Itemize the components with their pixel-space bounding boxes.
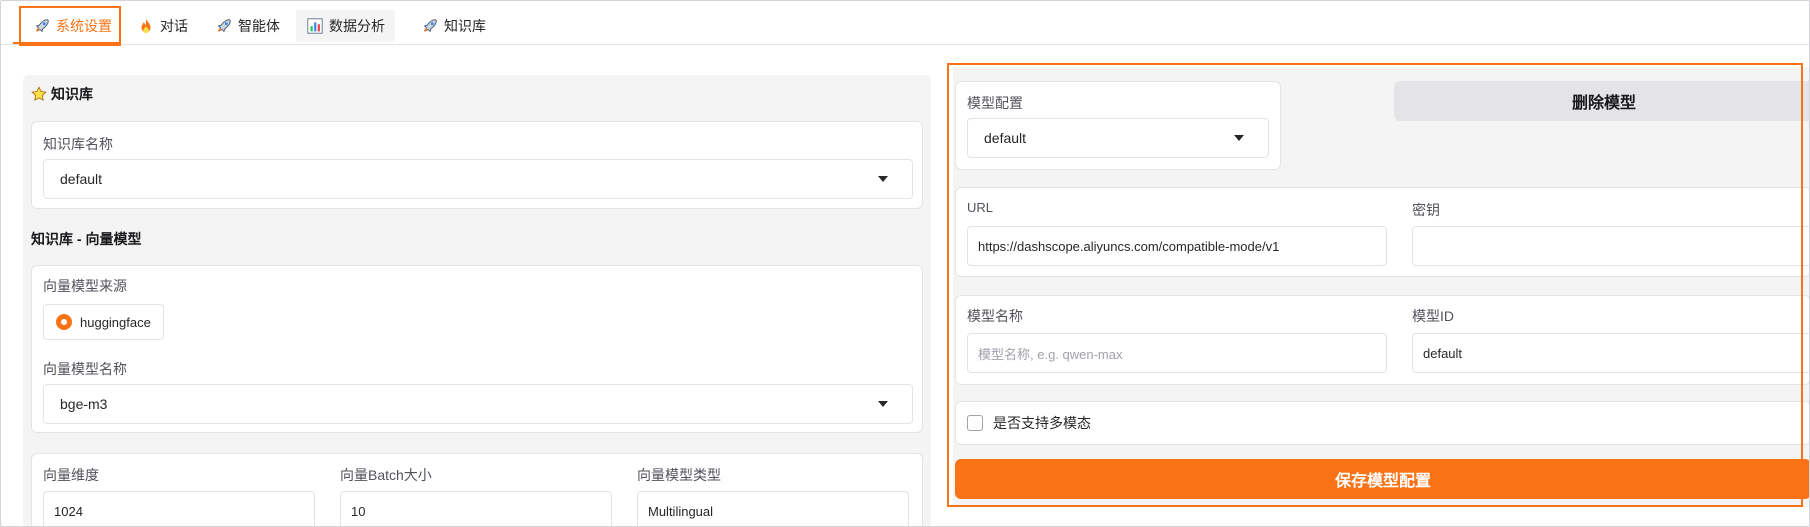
vector-batch-input[interactable]: 10 xyxy=(340,491,612,526)
chevron-down-icon xyxy=(878,401,888,407)
vector-source-label: 向量模型来源 xyxy=(43,278,127,294)
tab-bar: 系统设置 对话 智能体 数据分析 知识库 xyxy=(1,1,1809,45)
vector-batch-label: 向量Batch大小 xyxy=(340,467,432,483)
tab-knowledge-base[interactable]: 知识库 xyxy=(411,10,496,42)
chevron-down-icon xyxy=(878,176,888,182)
vector-dim-value: 1024 xyxy=(54,503,83,519)
vector-model-name-select[interactable]: bge-m3 xyxy=(43,384,913,424)
vector-dim-label: 向量维度 xyxy=(43,467,99,483)
vector-model-block: 向量模型来源 huggingface 向量模型名称 bge-m3 xyxy=(31,265,923,433)
radio-huggingface[interactable]: huggingface xyxy=(43,304,164,340)
vector-type-value: Multilingual xyxy=(648,503,714,519)
rocket-icon xyxy=(217,19,231,33)
tab-label: 对话 xyxy=(160,18,188,34)
tab-label: 智能体 xyxy=(238,18,280,34)
section-title-text: 知识库 xyxy=(51,86,93,102)
star-icon xyxy=(31,86,47,101)
knowledge-settings-panel: 知识库 知识库名称 default 知识库 - 向量模型 向量模型来源 hugg… xyxy=(23,75,931,526)
vector-dim-input[interactable]: 1024 xyxy=(43,491,315,526)
vector-batch-value: 10 xyxy=(351,503,366,519)
highlight-box-model-config xyxy=(947,63,1803,507)
section-title-text: 知识库 - 向量模型 xyxy=(31,231,142,247)
rocket-icon xyxy=(423,19,437,33)
tab-chat[interactable]: 对话 xyxy=(127,10,198,42)
flame-icon xyxy=(141,18,151,34)
app-window: 系统设置 对话 智能体 数据分析 知识库 知识库 知识库名称 default 知… xyxy=(0,0,1810,527)
highlight-box-tab xyxy=(19,6,121,46)
kb-name-value: default xyxy=(60,171,103,187)
vector-model-name-value: bge-m3 xyxy=(60,396,108,412)
tab-label: 数据分析 xyxy=(329,18,385,34)
vector-type-label: 向量模型类型 xyxy=(637,467,721,483)
kb-name-block: 知识库名称 default xyxy=(31,121,923,209)
vector-type-input[interactable]: Multilingual xyxy=(637,491,909,526)
vector-params-block: 向量维度 1024 向量Batch大小 10 向量模型类型 Multilingu… xyxy=(31,453,923,526)
tab-agents[interactable]: 智能体 xyxy=(205,10,290,42)
vector-model-name-label: 向量模型名称 xyxy=(43,361,127,377)
tab-data-analysis[interactable]: 数据分析 xyxy=(296,10,395,42)
kb-name-select[interactable]: default xyxy=(43,159,913,199)
kb-name-label: 知识库名称 xyxy=(43,136,113,152)
bar-chart-icon xyxy=(307,18,323,34)
radio-selected-icon xyxy=(56,314,72,330)
tab-label: 知识库 xyxy=(444,18,486,34)
knowledge-section-title: 知识库 xyxy=(31,84,93,104)
radio-label: huggingface xyxy=(80,314,151,330)
vector-section-title: 知识库 - 向量模型 xyxy=(31,229,141,249)
